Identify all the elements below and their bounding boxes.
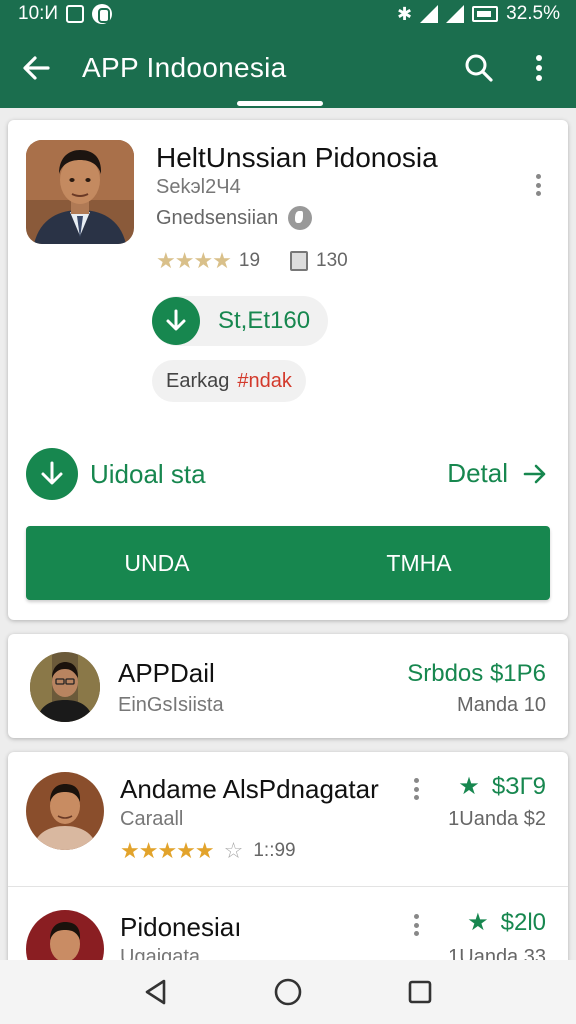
app-bar: APP Indoonesia	[0, 36, 576, 100]
nav-back-icon[interactable]	[136, 972, 176, 1012]
avatar	[26, 772, 104, 850]
list-item-price: Srbdos $1P6	[407, 660, 546, 687]
signal-icon-2	[446, 5, 465, 23]
tab-indicator	[237, 101, 323, 106]
battery-percent: 32.5%	[506, 3, 560, 24]
system-nav-bar	[0, 960, 576, 1024]
price-row: ★ $ЗГ9	[458, 772, 546, 801]
more-vert-icon[interactable]	[522, 51, 556, 85]
app-name: HeltUnssian Pidonosia	[156, 142, 438, 173]
avatar	[30, 652, 100, 722]
download-circle-icon	[26, 448, 78, 500]
status-left: 10:И	[18, 3, 113, 25]
publisher-name: Gnedsensiian	[156, 206, 279, 229]
star-icon: ★	[458, 773, 480, 800]
review-count: 130	[316, 250, 348, 271]
list-item-title: Andame AlsPdnagatar	[120, 774, 379, 804]
action-button-bar: UNDA TMHA	[26, 526, 550, 600]
app-detail-card: HeltUnssian Pidonosia Sekэl2Ч4 Gnedsensi…	[8, 120, 568, 620]
card-menu-icon[interactable]	[528, 170, 548, 200]
signal-icon	[420, 5, 439, 23]
list-item[interactable]: APPDail EinGsIsiista Srbdos $1P6 Manda 1…	[8, 634, 568, 738]
list-card: Andame AlsPdnagatar Caraall ★★★★★ ☆ 1::9…	[8, 752, 568, 988]
size-label: St,Et160	[218, 307, 311, 334]
rating-value: 19	[238, 250, 261, 271]
detail-link[interactable]: Detal	[447, 458, 548, 489]
list-item-price: $2l0	[500, 908, 546, 936]
download-icon	[152, 297, 200, 345]
tmha-button[interactable]: TMHA	[288, 526, 550, 600]
unda-button[interactable]: UNDA	[26, 526, 288, 600]
app-actions	[462, 51, 556, 85]
publisher-row: Gnedsensiian	[156, 206, 313, 230]
notification-icon	[66, 5, 85, 23]
bluetooth-icon: ✱	[397, 3, 413, 24]
list-item-menu-icon[interactable]	[406, 774, 426, 804]
app-version: Sekэl2Ч4	[156, 176, 241, 198]
list-item-meta: 1Uanda $2	[448, 808, 546, 830]
rating-row: ★★★★ 19 130	[156, 248, 348, 274]
download-action[interactable]: Uidoal sta	[26, 448, 206, 500]
app-top-bar: 10:И ✱ 32.5% APP Indoonesia	[0, 0, 576, 108]
detail-label: Detal	[447, 458, 508, 488]
rating-row: ★★★★★ ☆ 1::99	[120, 838, 296, 864]
app-avatar	[26, 140, 134, 244]
status-time: 10:И	[18, 3, 59, 24]
arrow-left-icon[interactable]	[18, 50, 54, 86]
tag-chip[interactable]: Earkag #ndak	[152, 360, 306, 402]
battery-icon	[472, 6, 499, 22]
download-label: Uidoal sta	[90, 458, 206, 489]
list-item-subtitle: EinGsIsiista	[118, 694, 224, 716]
tag-hashtag: #ndak	[237, 369, 292, 392]
list-item-price: $ЗГ9	[491, 772, 546, 800]
arrow-right-icon	[523, 464, 546, 483]
list-item-title: Pidonesiaı	[120, 912, 242, 942]
nav-recent-icon[interactable]	[400, 972, 440, 1012]
status-bar: 10:И ✱ 32.5%	[0, 0, 576, 28]
app-title: APP Indoonesia	[82, 52, 287, 83]
rating-text: 1::99	[253, 840, 296, 861]
size-chip[interactable]: St,Et160	[152, 296, 328, 346]
list-item-subtitle: Caraall	[120, 808, 184, 830]
lock-notification-icon	[92, 4, 113, 24]
nav-home-icon[interactable]	[268, 972, 308, 1012]
list-item-meta: Manda 10	[457, 694, 546, 716]
globe-icon	[288, 206, 313, 230]
star-empty-icon: ☆	[223, 838, 244, 863]
star-rating-icon: ★★★★	[156, 248, 232, 273]
search-icon[interactable]	[462, 51, 496, 85]
star-icon: ★	[467, 909, 489, 936]
list-item-title: APPDail	[118, 658, 215, 688]
list-item-menu-icon[interactable]	[406, 910, 426, 940]
price-row: ★ $2l0	[467, 908, 546, 937]
star-rating-icon: ★★★★★	[120, 838, 215, 863]
document-icon	[290, 251, 309, 271]
divider	[8, 886, 568, 887]
status-right: ✱ 32.5%	[397, 3, 560, 25]
tag-label: Earkag	[166, 369, 230, 392]
